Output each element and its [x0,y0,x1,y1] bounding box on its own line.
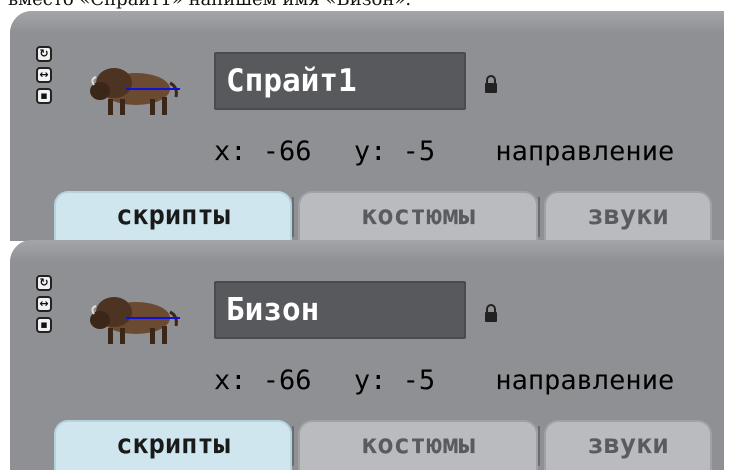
y-value: -5 [402,365,436,396]
sprite-position: x: -66 y: -5 направление [214,365,674,396]
lock-icon[interactable] [484,75,498,93]
bison-sprite-icon[interactable] [84,61,180,117]
sprite-info-panel: ↻ ↔ ▪ Спрайт1 x: -66 y: -5 направление с… [10,11,724,241]
left-right-flip-icon[interactable]: ↔ [36,296,52,312]
direction-label: направление [495,365,675,396]
tab-divider [538,426,540,466]
y-label: y: [353,365,387,396]
tab-costumes[interactable]: костюмы [298,191,538,241]
tab-scripts[interactable]: скрипты [54,420,292,470]
tab-sounds[interactable]: звуки [544,420,712,470]
y-label: y: [353,136,387,167]
x-label: x: [214,136,247,167]
y-value: -5 [402,136,436,167]
caption-text: вместо «Спрайт1» напишем имя «Бизон». [8,0,411,10]
tab-sounds[interactable]: звуки [544,191,712,241]
tab-divider [292,197,294,237]
no-rotate-icon[interactable]: ▪ [36,317,52,333]
x-label: x: [214,365,247,396]
sprite-name-field[interactable]: Спрайт1 [214,52,466,110]
tab-divider [292,426,294,466]
x-value: -66 [262,365,312,396]
no-rotate-icon[interactable]: ▪ [36,88,52,104]
direction-label: направление [495,136,675,167]
bison-sprite-icon[interactable] [84,290,180,346]
left-right-flip-icon[interactable]: ↔ [36,67,52,83]
sprite-info-panel: ↻ ↔ ▪ Бизон x: -66 y: -5 направление скр… [10,240,724,470]
rotate-all-around-icon[interactable]: ↻ [36,275,52,291]
tab-scripts[interactable]: скрипты [54,191,292,241]
lock-icon[interactable] [484,304,498,322]
tab-divider [538,197,540,237]
sprite-position: x: -66 y: -5 направление [214,136,674,167]
rotate-all-around-icon[interactable]: ↻ [36,46,52,62]
sprite-name-field[interactable]: Бизон [214,281,466,339]
tab-costumes[interactable]: костюмы [298,420,538,470]
x-value: -66 [262,136,312,167]
